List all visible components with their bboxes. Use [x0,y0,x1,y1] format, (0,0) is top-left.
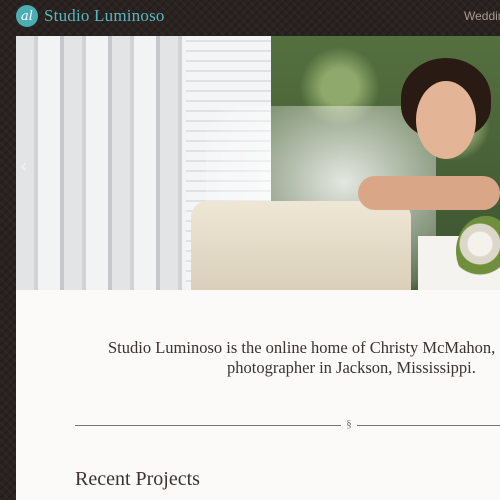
intro-line-2: photographer in Jackson, Mississippi. [227,358,476,377]
hero-image-arm [358,176,500,210]
section-divider: § [75,418,500,432]
site-logo[interactable]: al Studio Luminoso [16,5,165,27]
slider-prev-arrow-icon[interactable]: ‹ [20,156,27,177]
nav-item-weddings[interactable]: Weddin [464,9,500,23]
site-title[interactable]: Studio Luminoso [44,6,165,26]
recent-projects-heading: Recent Projects [75,468,200,490]
logo-mark-icon: al [16,5,38,27]
section-symbol-icon: § [346,418,352,430]
hero-image-face [416,81,476,159]
main-content: Studio Luminoso is the online home of Ch… [16,290,500,500]
divider-line-right [357,425,500,426]
hero-slider[interactable] [16,36,500,290]
hero-image-chair [191,201,411,290]
intro-line-1: Studio Luminoso is the online home of Ch… [108,338,496,357]
site-header: al Studio Luminoso Weddin [0,0,500,36]
divider-line-left [75,425,341,426]
